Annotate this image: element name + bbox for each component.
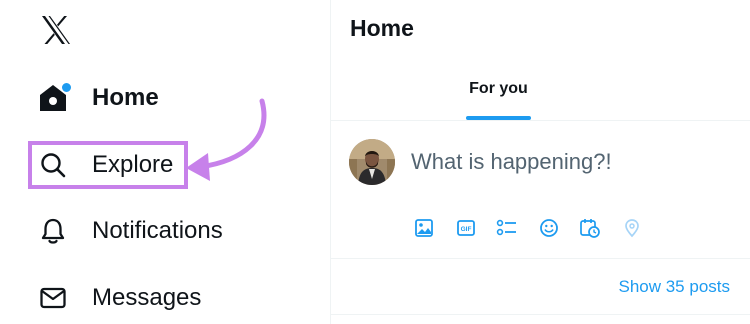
main-column: Home For you What is happening?! GIF Sho… (331, 0, 750, 324)
schedule-icon[interactable] (577, 215, 603, 241)
avatar[interactable] (349, 139, 395, 185)
sidebar-item-notifications[interactable]: Notifications (36, 206, 223, 256)
sidebar: Home Explore Notifications Messages (0, 0, 330, 324)
page-title: Home (350, 15, 414, 41)
envelope-icon (36, 281, 70, 315)
emoji-icon[interactable] (536, 215, 562, 241)
gif-icon[interactable]: GIF (453, 215, 479, 241)
image-icon[interactable] (411, 215, 437, 241)
sidebar-item-label: Messages (92, 284, 202, 311)
sidebar-item-label: Notifications (92, 217, 223, 244)
annotation-arrow-icon (186, 98, 267, 181)
bell-icon (36, 214, 70, 248)
sidebar-item-home[interactable]: Home (36, 73, 159, 123)
svg-text:GIF: GIF (460, 226, 471, 233)
compose-input[interactable] (411, 146, 731, 178)
location-icon[interactable] (619, 215, 645, 241)
tab-label: For you (469, 80, 528, 97)
x-logo-icon[interactable] (40, 14, 72, 46)
sidebar-item-messages[interactable]: Messages (36, 273, 201, 323)
notification-dot (61, 82, 72, 93)
divider (331, 258, 750, 259)
home-icon (36, 81, 72, 115)
show-posts-link[interactable]: Show 35 posts (618, 277, 730, 297)
divider (331, 314, 750, 315)
divider (331, 120, 750, 121)
compose-toolbar: GIF (411, 215, 660, 241)
tab-for-you[interactable]: For you (466, 72, 531, 120)
poll-icon[interactable] (494, 215, 520, 241)
sidebar-item-label: Home (92, 84, 159, 111)
